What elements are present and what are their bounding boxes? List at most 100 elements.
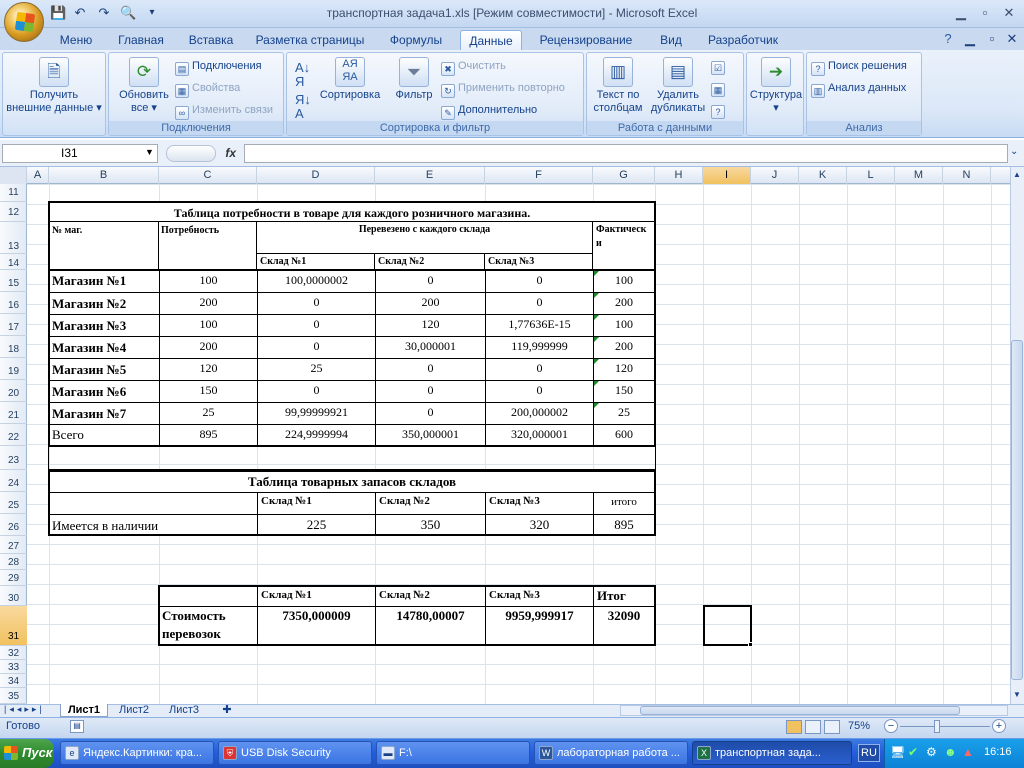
- w2-cell[interactable]: 0: [375, 402, 486, 425]
- need-cell[interactable]: 25: [159, 402, 258, 425]
- error-indicator-icon[interactable]: [594, 337, 599, 342]
- sheet-tab[interactable]: Лист3: [160, 704, 208, 717]
- row-header[interactable]: 25: [0, 492, 27, 514]
- sort-desc-icon[interactable]: Я↓ А: [295, 93, 311, 121]
- scroll-down-icon[interactable]: ▼: [1011, 688, 1023, 702]
- row-header[interactable]: 33: [0, 660, 27, 674]
- cost-total[interactable]: 32090: [593, 606, 655, 646]
- antivirus-icon[interactable]: ☻: [944, 745, 957, 759]
- zoom-slider-thumb[interactable]: [934, 720, 940, 733]
- column-header[interactable]: G: [593, 167, 655, 184]
- w3-cell[interactable]: 0: [485, 270, 594, 293]
- what-if-icon[interactable]: ?: [711, 103, 728, 119]
- tab-insert[interactable]: Вставка: [180, 30, 242, 50]
- get-external-data-button[interactable]: 🗎 Получить внешние данные ▾: [5, 57, 103, 115]
- cost-w2[interactable]: 14780,00007: [375, 606, 486, 646]
- row-header[interactable]: 16: [0, 292, 27, 314]
- network-icon[interactable]: 🖥: [890, 745, 905, 759]
- insert-function-icon[interactable]: fx: [160, 144, 242, 163]
- stock-label[interactable]: Имеется в наличии: [49, 514, 258, 536]
- minimize-button[interactable]: ▁: [950, 4, 972, 22]
- w2-cell[interactable]: 200: [375, 292, 486, 315]
- page-layout-view-icon[interactable]: [805, 720, 821, 734]
- w1-cell[interactable]: 0: [257, 292, 376, 315]
- select-all-corner[interactable]: [0, 167, 27, 184]
- data-analysis-button[interactable]: ▥ Анализ данных: [811, 81, 906, 98]
- h-scrollbar-thumb[interactable]: [640, 706, 960, 715]
- chevron-down-icon[interactable]: ▼: [145, 147, 154, 157]
- w3-cell[interactable]: 1,77636E-15: [485, 314, 594, 337]
- tab-page-layout[interactable]: Разметка страницы: [248, 30, 372, 50]
- advanced-filter-button[interactable]: ✎ Дополнительно: [441, 103, 537, 120]
- row-header[interactable]: 18: [0, 336, 27, 358]
- update-icon[interactable]: ▲: [962, 745, 974, 759]
- error-indicator-icon[interactable]: [594, 403, 599, 408]
- maximize-button[interactable]: ▫: [974, 4, 996, 22]
- row-header[interactable]: 14: [0, 254, 27, 270]
- w2-cell[interactable]: 0: [375, 380, 486, 403]
- row-header-selected[interactable]: 31: [0, 606, 27, 646]
- row-header[interactable]: 24: [0, 470, 27, 492]
- stock-w1[interactable]: 225: [257, 514, 376, 536]
- cost-w3[interactable]: 9959,999917: [485, 606, 594, 646]
- row-header[interactable]: 27: [0, 536, 27, 554]
- taskbar-item[interactable]: ⛨ USB Disk Security: [218, 741, 372, 765]
- row-header[interactable]: 35: [0, 688, 27, 704]
- w1-cell[interactable]: 0: [257, 314, 376, 337]
- actual-cell[interactable]: 150: [593, 380, 655, 403]
- text-to-columns-button[interactable]: ▥ Текст по столбцам: [589, 57, 647, 115]
- row-header[interactable]: 26: [0, 514, 27, 536]
- row-header[interactable]: 20: [0, 380, 27, 402]
- taskbar-item[interactable]: ▬ F:\: [376, 741, 530, 765]
- row-header[interactable]: 32: [0, 646, 27, 660]
- consolidate-icon[interactable]: ▦: [711, 81, 728, 97]
- ribbon-close-icon[interactable]: ✕: [1004, 31, 1020, 47]
- row-header[interactable]: 15: [0, 270, 27, 292]
- ribbon-restore-icon[interactable]: ▫: [984, 31, 1000, 47]
- column-header[interactable]: K: [799, 167, 847, 184]
- w1-cell[interactable]: 25: [257, 358, 376, 381]
- sort-button[interactable]: АЯ ЯА Сортировка: [317, 57, 383, 102]
- tab-developer[interactable]: Разработчик: [698, 30, 788, 50]
- zoom-slider-track[interactable]: [900, 726, 990, 727]
- row-header[interactable]: 17: [0, 314, 27, 336]
- error-indicator-icon[interactable]: [594, 293, 599, 298]
- w2-cell[interactable]: 0: [375, 270, 486, 293]
- column-header[interactable]: N: [943, 167, 991, 184]
- actual-cell[interactable]: 100: [593, 314, 655, 337]
- w2-cell[interactable]: 0: [375, 358, 486, 381]
- w3-cell[interactable]: 200,000002: [485, 402, 594, 425]
- shop-name[interactable]: Магазин №5: [49, 358, 160, 381]
- sort-asc-icon[interactable]: A↓ Я: [295, 61, 310, 89]
- fill-handle[interactable]: [748, 642, 753, 647]
- w3-cell[interactable]: 0: [485, 292, 594, 315]
- print-preview-icon[interactable]: 🔍: [120, 5, 136, 21]
- w3-cell[interactable]: 0: [485, 380, 594, 403]
- shop-name[interactable]: Магазин №7: [49, 402, 160, 425]
- column-header[interactable]: M: [895, 167, 943, 184]
- actual-cell[interactable]: 120: [593, 358, 655, 381]
- column-header[interactable]: J: [751, 167, 799, 184]
- close-button[interactable]: ✕: [998, 4, 1020, 22]
- safely-remove-icon[interactable]: ✔: [908, 745, 918, 759]
- error-indicator-icon[interactable]: [594, 381, 599, 386]
- error-indicator-icon[interactable]: [594, 271, 599, 276]
- error-indicator-icon[interactable]: [594, 315, 599, 320]
- total-w3[interactable]: 320,000001: [485, 424, 594, 447]
- connections-button[interactable]: ▤ Подключения: [175, 59, 262, 76]
- filter-button[interactable]: ⏷ Фильтр: [385, 57, 443, 102]
- actual-cell[interactable]: 200: [593, 336, 655, 359]
- row-header[interactable]: 22: [0, 424, 27, 446]
- tab-data[interactable]: Данные: [460, 30, 522, 50]
- total-label[interactable]: Всего: [49, 424, 160, 447]
- stock-total[interactable]: 895: [593, 514, 655, 536]
- office-button[interactable]: [4, 2, 44, 42]
- row-header[interactable]: 23: [0, 446, 27, 470]
- taskbar-item[interactable]: Wлабораторная работа ...: [534, 741, 688, 765]
- row-header[interactable]: 11: [0, 184, 27, 202]
- cost-w1[interactable]: 7350,000009: [257, 606, 376, 646]
- total-w1[interactable]: 224,9999994: [257, 424, 376, 447]
- new-sheet-icon[interactable]: ✚: [218, 704, 236, 717]
- reapply-button[interactable]: ↻ Применить повторно: [441, 81, 565, 98]
- data-validation-icon[interactable]: ☑: [711, 59, 728, 75]
